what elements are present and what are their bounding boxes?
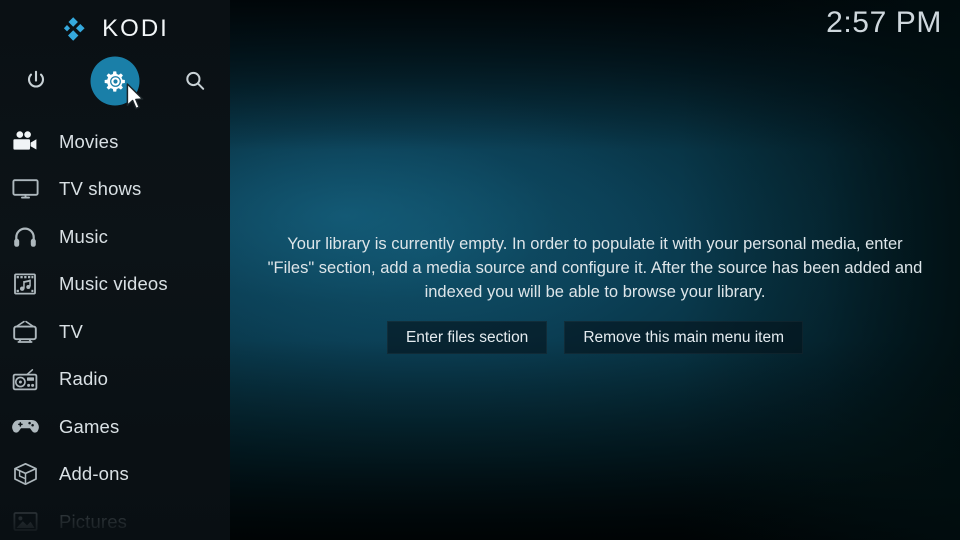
sidebar-item-tv-shows[interactable]: TV shows <box>0 166 230 214</box>
kodi-logo-icon <box>61 16 91 43</box>
sidebar-item-radio[interactable]: Radio <box>0 356 230 404</box>
main-content-area: Your library is currently empty. In orde… <box>230 0 960 540</box>
sidebar-item-label: TV <box>59 320 83 342</box>
gear-icon <box>104 70 125 92</box>
sidebar-item-tv[interactable]: TV <box>0 308 230 356</box>
power-button[interactable] <box>10 55 62 107</box>
sidebar-item-label: Add-ons <box>59 463 129 485</box>
sidebar-item-add-ons[interactable]: Add-ons <box>0 451 230 499</box>
sidebar-item-music[interactable]: Music <box>0 213 230 261</box>
empty-library-message: Your library is currently empty. In orde… <box>267 235 923 301</box>
enter-files-section-button[interactable]: Enter files section <box>386 321 548 354</box>
headphones-icon <box>9 221 41 253</box>
power-icon <box>28 70 44 88</box>
addon-box-icon <box>9 458 41 490</box>
search-button[interactable] <box>169 55 221 107</box>
empty-library-block: Your library is currently empty. In orde… <box>230 232 960 354</box>
sidebar-menu: Movies TV shows Music Music videos TV Ra… <box>0 118 230 540</box>
app-title: KODI <box>102 15 169 42</box>
movie-camera-icon <box>9 126 41 158</box>
app-logo: KODI <box>0 10 230 48</box>
retro-tv-icon <box>9 316 41 348</box>
mouse-pointer-icon <box>126 83 148 113</box>
sidebar-item-label: Pictures <box>59 510 128 532</box>
monitor-icon <box>9 173 41 205</box>
sidebar-item-label: Radio <box>59 368 109 390</box>
empty-library-actions: Enter files section Remove this main men… <box>386 321 804 354</box>
sidebar-item-music-videos[interactable]: Music videos <box>0 261 230 309</box>
radio-icon <box>9 363 41 395</box>
sidebar-item-label: Music videos <box>59 273 168 295</box>
picture-icon <box>9 506 41 538</box>
remove-main-menu-item-button[interactable]: Remove this main menu item <box>564 321 804 354</box>
kodi-home-screen: 2:57 PM Your library is currently empty.… <box>0 0 960 540</box>
film-music-icon <box>9 268 41 300</box>
sidebar-item-pictures[interactable]: Pictures <box>0 498 230 540</box>
sidebar-item-label: Movies <box>59 130 119 152</box>
sidebar-topbar <box>0 55 230 107</box>
sidebar-item-label: TV shows <box>59 178 142 200</box>
sidebar-item-label: Games <box>59 415 120 437</box>
sidebar-item-games[interactable]: Games <box>0 403 230 451</box>
sidebar-item-movies[interactable]: Movies <box>0 118 230 166</box>
gamepad-icon <box>9 411 41 443</box>
sidebar: KODI Movies TV shows Music Music videos … <box>0 0 230 540</box>
search-icon <box>186 71 205 90</box>
sidebar-item-label: Music <box>59 225 109 247</box>
